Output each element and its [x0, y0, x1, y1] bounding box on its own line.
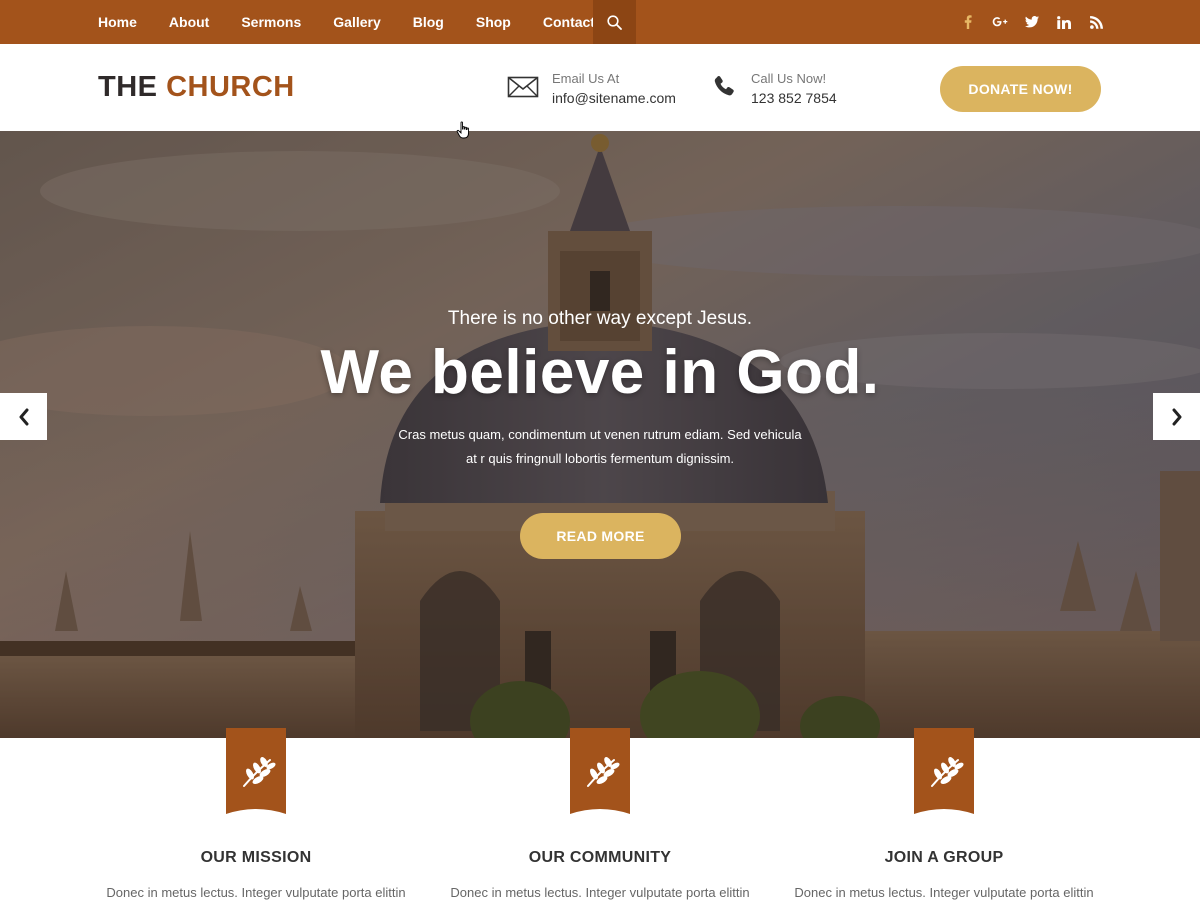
- read-more-button[interactable]: READ MORE: [520, 513, 681, 559]
- slider-prev-button[interactable]: [0, 393, 47, 440]
- phone-label: Call Us Now!: [751, 71, 827, 86]
- feature-title: OUR MISSION: [200, 849, 312, 866]
- email-label: Email Us At: [552, 71, 620, 86]
- nav-item-gallery[interactable]: Gallery: [317, 0, 396, 44]
- features-section: OUR MISSION Donec in metus lectus. Integ…: [0, 728, 1200, 900]
- facebook-icon[interactable]: [952, 0, 984, 44]
- rss-icon[interactable]: [1080, 0, 1112, 44]
- donate-button[interactable]: DONATE NOW!: [940, 66, 1101, 112]
- top-nav-bar: Home About Sermons Gallery Blog Shop Con…: [0, 0, 1200, 44]
- site-header: THE CHURCH Email Us At info@sitename.com…: [0, 44, 1200, 131]
- social-links: [952, 0, 1112, 44]
- hero-description: Cras metus quam, condimentum ut venen ru…: [390, 423, 810, 471]
- site-logo[interactable]: THE CHURCH: [98, 71, 295, 104]
- slider-next-button[interactable]: [1153, 393, 1200, 440]
- feature-title: JOIN A GROUP: [884, 849, 1004, 866]
- nav-item-home[interactable]: Home: [82, 0, 153, 44]
- nav-item-shop[interactable]: Shop: [460, 0, 527, 44]
- hero-description-line-2: at r quis fringnull lobortis fermentum d…: [465, 451, 735, 466]
- ribbon-badge: [226, 728, 286, 814]
- google-plus-icon[interactable]: [984, 0, 1016, 44]
- search-icon: [607, 14, 622, 30]
- feature-text: Donec in metus lectus. Integer vulputate…: [106, 885, 406, 900]
- hand-cursor-icon: [456, 121, 469, 139]
- hero-kicker-text: There is no other way except Jesus.: [447, 308, 753, 329]
- hero-title: We believe in God.: [320, 338, 880, 407]
- email-contact: Email Us At info@sitename.com: [507, 70, 676, 108]
- chevron-left-icon: [19, 408, 28, 425]
- feature-title: OUR COMMUNITY: [528, 849, 672, 866]
- ribbon-badge: [914, 728, 974, 814]
- nav-item-blog[interactable]: Blog: [397, 0, 460, 44]
- search-button[interactable]: [593, 0, 636, 44]
- phone-contact: Call Us Now! 123 852 7854: [712, 70, 837, 108]
- hero-description-line-1: Cras metus quam, condimentum ut venen ru…: [398, 427, 802, 442]
- hero-slider: There is no other way except Jesus. We b…: [0, 131, 1200, 738]
- chevron-right-icon: [1172, 408, 1181, 425]
- twitter-icon[interactable]: [1016, 0, 1048, 44]
- email-value[interactable]: info@sitename.com: [552, 88, 676, 108]
- logo-text-the: THE: [98, 71, 158, 103]
- phone-icon: [714, 76, 734, 96]
- logo-text-church: CHURCH: [166, 71, 295, 103]
- linkedin-icon[interactable]: [1048, 0, 1080, 44]
- nav-item-sermons[interactable]: Sermons: [225, 0, 317, 44]
- main-nav: Home About Sermons Gallery Blog Shop Con…: [82, 0, 611, 44]
- phone-value[interactable]: 123 852 7854: [751, 88, 837, 108]
- ribbon-badge: [570, 728, 630, 814]
- nav-item-about[interactable]: About: [153, 0, 225, 44]
- envelope-icon: [507, 76, 539, 98]
- feature-text: Donec in metus lectus. Integer vulputate…: [450, 885, 750, 900]
- feature-text: Donec in metus lectus. Integer vulputate…: [794, 885, 1094, 900]
